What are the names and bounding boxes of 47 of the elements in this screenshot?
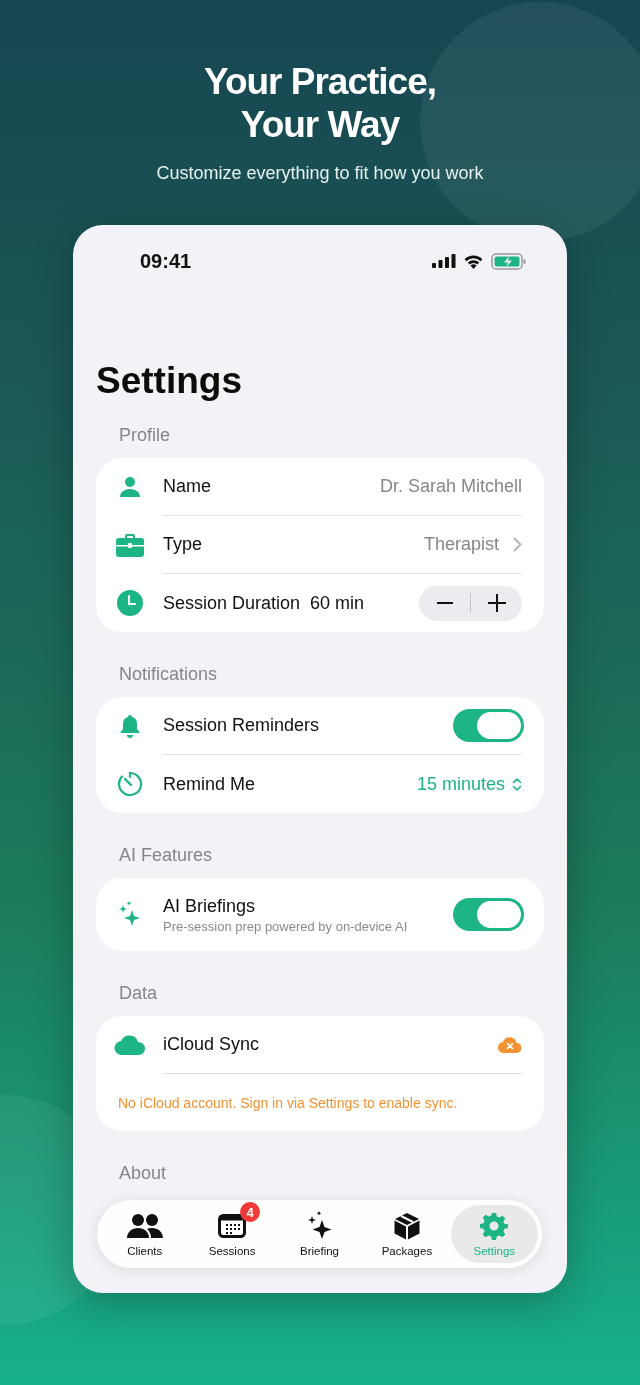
section-header: Profile	[119, 424, 172, 446]
hero-title: Your Practice,	[203, 60, 437, 103]
row-label: Remind Me	[163, 773, 256, 795]
duration-value: 60 min	[310, 592, 365, 614]
type-selector[interactable]: Therapist	[423, 534, 522, 555]
people-icon	[126, 1213, 163, 1239]
row-label: iCloud Sync	[163, 1034, 260, 1055]
section-header: Notifications	[119, 663, 219, 685]
up-down-chevron-icon	[512, 776, 522, 792]
cloud-error-icon	[498, 1036, 522, 1053]
battery-icon	[491, 252, 527, 270]
tab-item[interactable]: Briefing	[275, 1205, 364, 1263]
settings-icon	[480, 1212, 509, 1240]
minus-icon	[436, 602, 453, 604]
row-label: Session Duration	[163, 592, 301, 614]
signal-icon	[432, 254, 456, 268]
row-label: Session Reminders	[163, 715, 320, 736]
cloud-icon	[113, 1034, 146, 1056]
screen-title: Settings	[96, 359, 243, 403]
wifi-icon	[463, 253, 484, 269]
tab-item[interactable]: 4 Sessions	[188, 1205, 276, 1263]
notification-badge: 4	[240, 1202, 261, 1222]
plus-icon	[487, 594, 506, 612]
bell-icon	[118, 714, 141, 738]
section-header: Data	[119, 982, 159, 1004]
timer-icon	[116, 771, 143, 797]
briefcase-icon	[115, 533, 144, 557]
row-subtitle: Pre-session prep powered by on-device AI	[163, 918, 408, 934]
section-header: About	[119, 1162, 168, 1184]
sync-warning: No iCloud account. Sign in via Settings to enable sync.	[117, 1094, 459, 1113]
chevron-right-icon	[513, 537, 522, 552]
calendar-icon	[218, 1214, 247, 1238]
tab-item[interactable]: Packages	[363, 1205, 451, 1263]
row-value: Dr. Sarah Mitchell	[379, 476, 522, 497]
clock-icon	[116, 590, 143, 616]
person-icon	[118, 476, 141, 498]
hero-title: Your Way	[240, 103, 400, 146]
status-time: 09:41	[140, 249, 192, 273]
row-label: Name	[163, 476, 211, 497]
tab-item[interactable]: Clients	[101, 1205, 189, 1263]
toggle-switch[interactable]	[453, 898, 524, 931]
box-icon	[392, 1212, 421, 1240]
toggle-switch[interactable]	[453, 709, 524, 742]
section-header: AI Features	[119, 844, 214, 866]
hero-subtitle: Customize everything to fit how you work	[156, 163, 484, 184]
row-label: AI Briefings	[163, 895, 256, 917]
row-label: Type	[163, 534, 203, 555]
